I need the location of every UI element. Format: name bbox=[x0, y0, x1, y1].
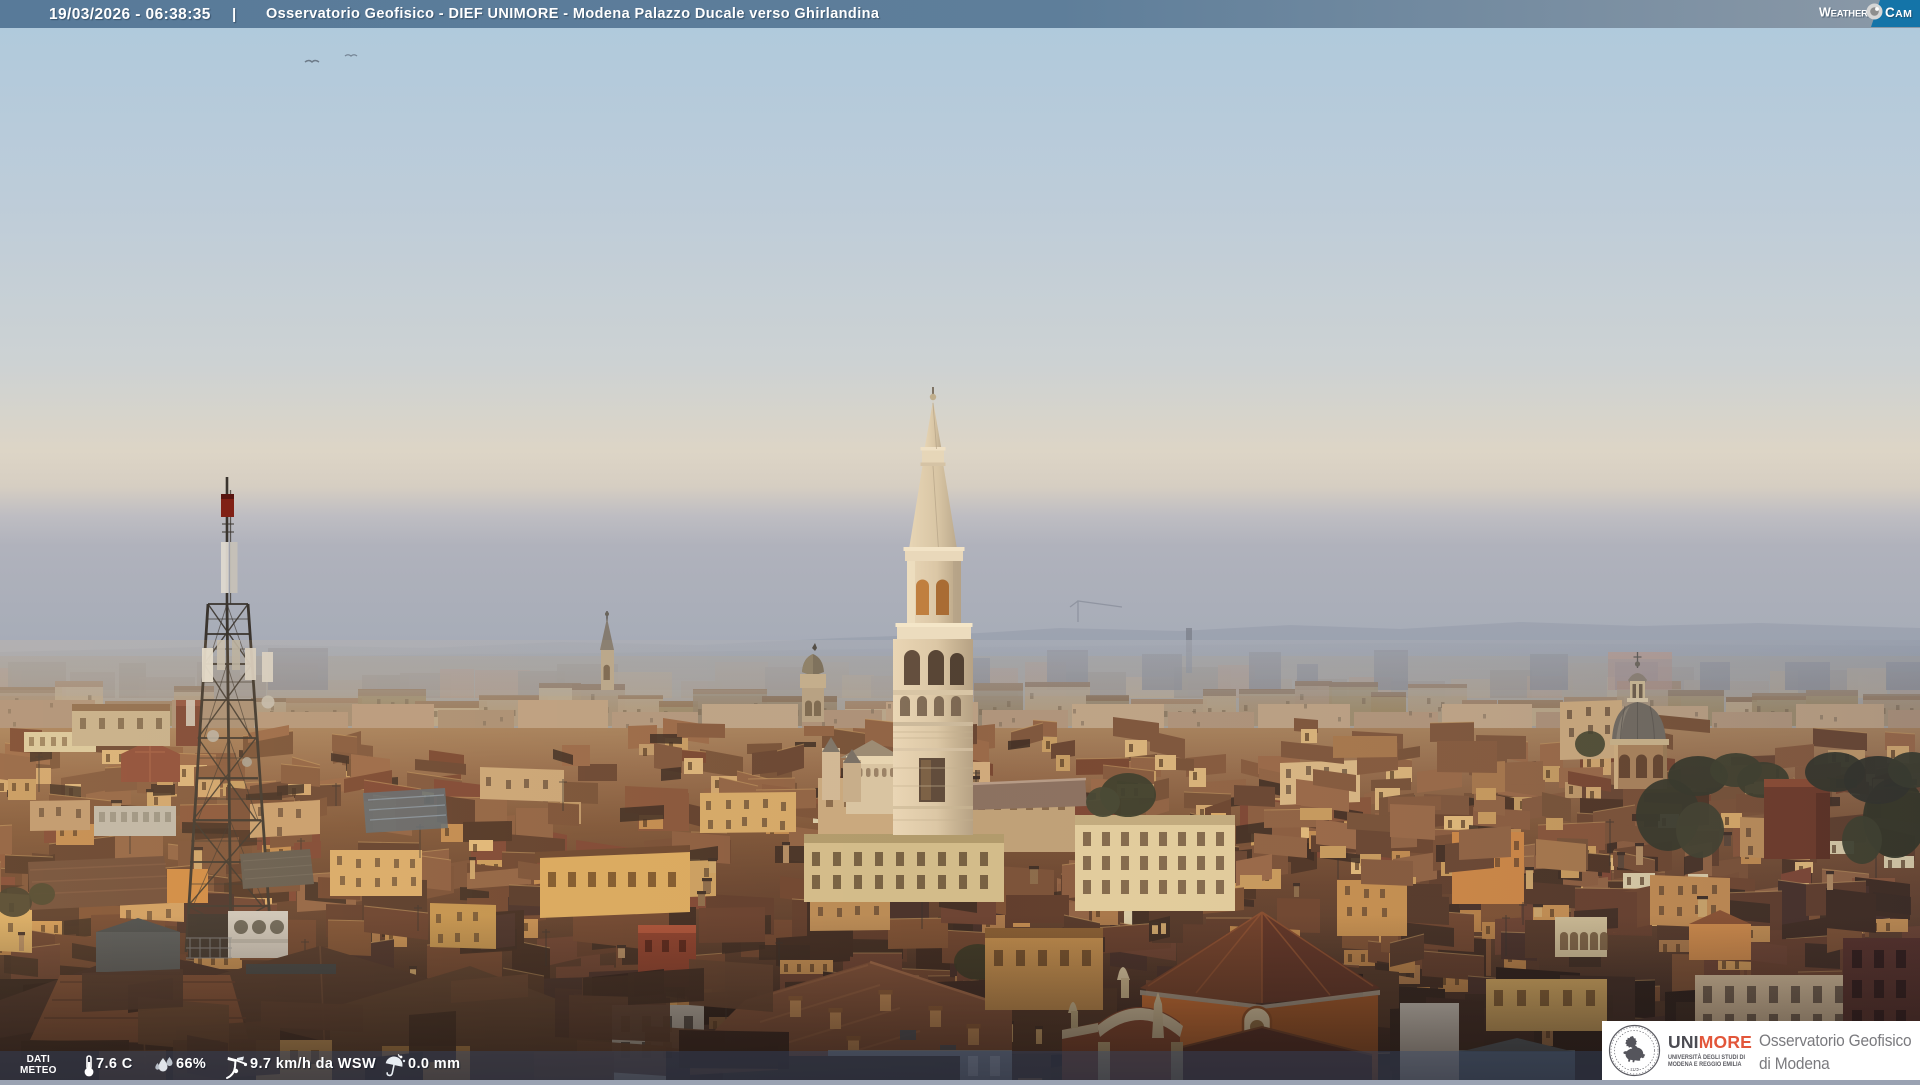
svg-text:WEATHER: WEATHER bbox=[1819, 6, 1868, 20]
svg-text:CAM: CAM bbox=[1885, 5, 1912, 20]
svg-text:1175: 1175 bbox=[1630, 1067, 1639, 1072]
